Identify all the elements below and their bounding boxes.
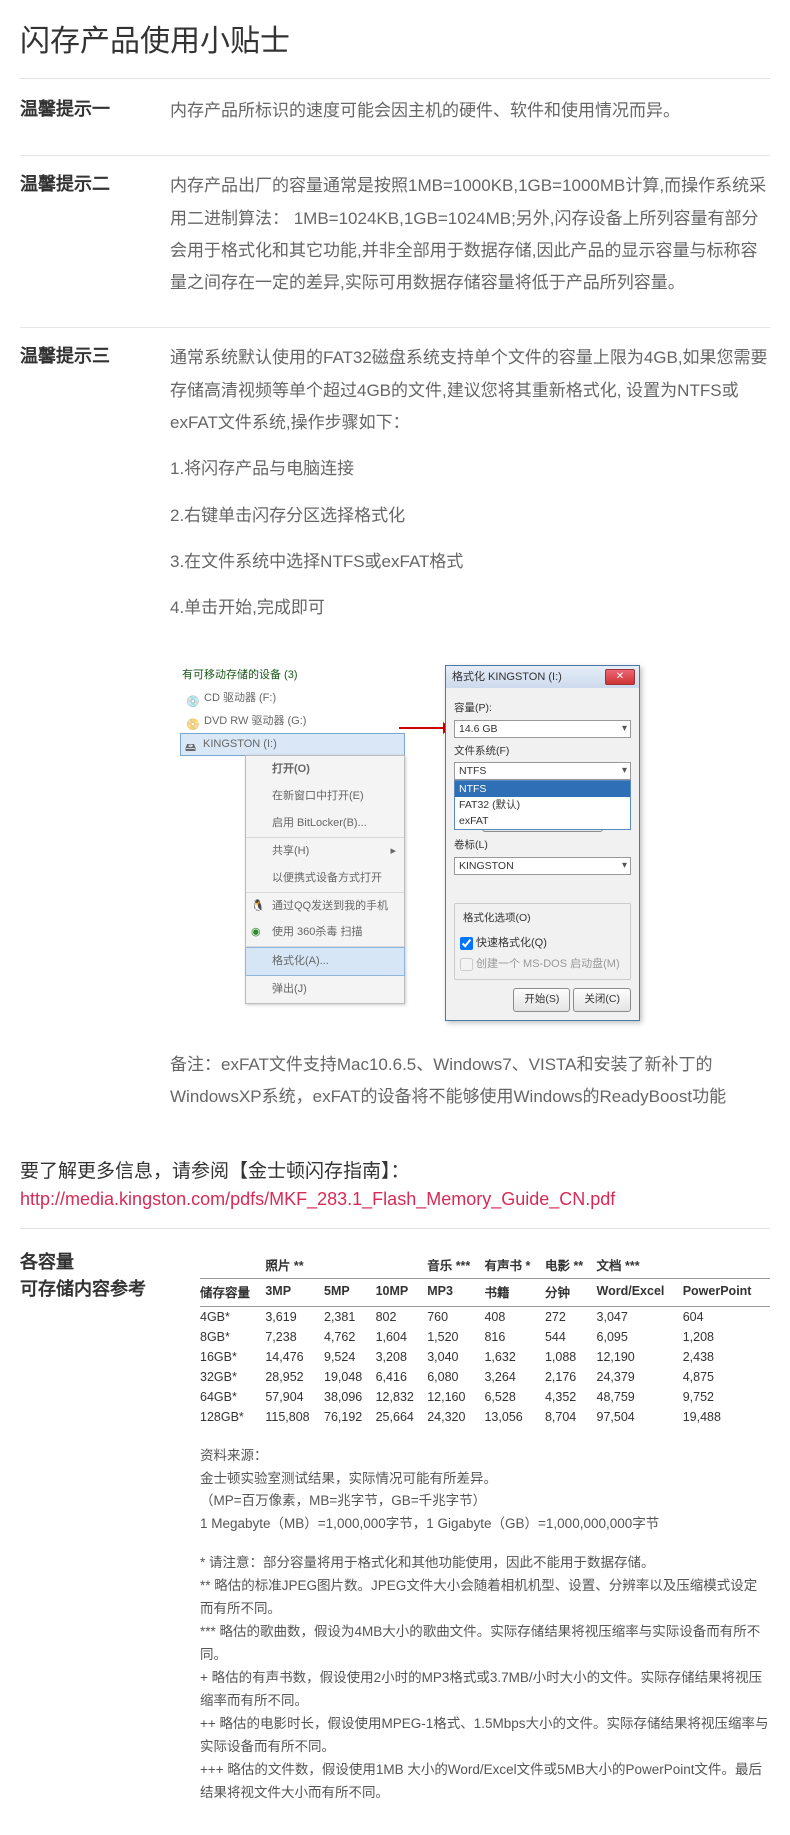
tip-2-label: 温馨提示二 <box>20 170 140 313</box>
format-options-label: 格式化选项(O) <box>460 909 534 929</box>
tip-2: 温馨提示二 内存产品出厂的容量通常是按照1MB=1000KB,1GB=1000M… <box>20 170 770 328</box>
dvd-drive-item[interactable]: 📀 DVD RW 驱动器 (G:) <box>180 710 405 733</box>
filesystem-label: 文件系统(F) <box>454 742 631 762</box>
tip-3-body-2: 2.右键单击闪存分区选择格式化 <box>170 500 770 532</box>
tip-3-body-3: 3.在文件系统中选择NTFS或exFAT格式 <box>170 546 770 578</box>
table-row: 32GB*28,95219,0486,4166,0803,2642,17624,… <box>200 1367 770 1387</box>
table-header-row: 储存容量3MP5MP10MPMP3书籍分钟Word/ExcelPowerPoin… <box>200 1278 770 1306</box>
ctx-new-window[interactable]: 在新窗口中打开(E) <box>246 783 404 810</box>
close-button[interactable]: 关闭(C) <box>573 988 631 1012</box>
page-title: 闪存产品使用小贴士 <box>20 16 770 60</box>
start-button[interactable]: 开始(S) <box>513 988 570 1012</box>
arrow-right-icon <box>399 720 451 736</box>
ctx-scan[interactable]: ◉使用 360杀毒 扫描 <box>246 919 404 947</box>
divider <box>20 78 770 79</box>
msdos-checkbox <box>460 958 473 971</box>
quick-format-label: 快速格式化(Q) <box>476 937 547 949</box>
tip-2-body: 内存产品出厂的容量通常是按照1MB=1000KB,1GB=1000MB计算,而操… <box>170 170 770 299</box>
msdos-label: 创建一个 MS-DOS 启动盘(M) <box>476 958 620 970</box>
filesystem-select[interactable]: NTFS NTFS FAT32 (默认) exFAT <box>454 762 631 780</box>
ctx-bitlocker[interactable]: 启用 BitLocker(B)... <box>246 810 404 838</box>
disc-icon: 📀 <box>186 715 200 729</box>
ctx-format[interactable]: 格式化(A)... <box>245 947 405 976</box>
fs-opt-ntfs[interactable]: NTFS <box>455 781 630 797</box>
kingston-drive-label: KINGSTON (I:) <box>203 734 277 755</box>
usb-icon: 🖴 <box>185 738 199 752</box>
fs-opt-exfat[interactable]: exFAT <box>455 813 630 829</box>
qq-icon: 🐧 <box>251 896 265 910</box>
tip-3-label: 温馨提示三 <box>20 342 140 1127</box>
close-icon[interactable]: ✕ <box>605 669 635 685</box>
tip-3-body-4: 4.单击开始,完成即可 <box>170 592 770 624</box>
notes-block: 资料来源： 金士顿实验室测试结果，实际情况可能有所差异。 （MP=百万像素，MB… <box>200 1445 770 1805</box>
format-dialog: 格式化 KINGSTON (I:) ✕ 容量(P): 14.6 GB 文件系统(… <box>445 665 640 1021</box>
dvd-drive-label: DVD RW 驱动器 (G:) <box>204 711 306 732</box>
ctx-portable[interactable]: 以便携式设备方式打开 <box>246 865 404 893</box>
ctx-open[interactable]: 打开(O) <box>246 756 404 783</box>
filesystem-options: NTFS FAT32 (默认) exFAT <box>454 780 631 830</box>
context-menu: 打开(O) 在新窗口中打开(E) 启用 BitLocker(B)... 共享(H… <box>245 755 405 1004</box>
cd-drive-item[interactable]: 💿 CD 驱动器 (F:) <box>180 687 405 710</box>
capacity-table: 照片 **音乐 ***有声书 *电影 **文档 *** 储存容量3MP5MP10… <box>200 1249 770 1427</box>
ctx-eject[interactable]: 弹出(J) <box>246 976 404 1003</box>
dialog-title: 格式化 KINGSTON (I:) ✕ <box>446 666 639 688</box>
cd-drive-label: CD 驱动器 (F:) <box>204 688 276 709</box>
table-row: 128GB*115,80876,19225,66424,32013,0568,7… <box>200 1407 770 1427</box>
chevron-right-icon: ▸ <box>390 841 396 862</box>
capacity-section-title: 各容量 可存储内容参考 <box>20 1249 170 1805</box>
shield-icon: ◉ <box>251 922 265 936</box>
capacity-select[interactable]: 14.6 GB <box>454 720 631 738</box>
ctx-share[interactable]: 共享(H)▸ <box>246 838 404 865</box>
volume-label: 卷标(L) <box>454 836 631 856</box>
disc-icon: 💿 <box>186 692 200 706</box>
table-category-row: 照片 **音乐 ***有声书 *电影 **文档 *** <box>200 1249 770 1279</box>
tip-3-body-1: 1.将闪存产品与电脑连接 <box>170 453 770 485</box>
volume-input[interactable]: KINGSTON <box>454 857 631 875</box>
tip-3: 温馨提示三 通常系统默认使用的FAT32磁盘系统支持单个文件的容量上限为4GB,… <box>20 342 770 1141</box>
table-row: 4GB*3,6192,3818027604082723,047604 <box>200 1306 770 1327</box>
table-row: 8GB*7,2384,7621,6041,5208165446,0951,208 <box>200 1327 770 1347</box>
devices-heading: 有可移动存储的设备 (3) <box>180 665 405 686</box>
table-row: 64GB*57,90438,09612,83212,1606,5284,3524… <box>200 1387 770 1407</box>
kingston-drive-item[interactable]: 🖴 KINGSTON (I:) <box>180 733 405 756</box>
format-figure: 有可移动存储的设备 (3) 💿 CD 驱动器 (F:) 📀 DVD RW 驱动器… <box>170 665 770 1021</box>
tip-1-body: 内存产品所标识的速度可能会因主机的硬件、软件和使用情况而异。 <box>170 95 770 127</box>
tip-1: 温馨提示一 内存产品所标识的速度可能会因主机的硬件、软件和使用情况而异。 <box>20 95 770 156</box>
tip-1-label: 温馨提示一 <box>20 95 140 141</box>
table-row: 16GB*14,4769,5243,2083,0401,6321,08812,1… <box>200 1347 770 1367</box>
guide-link[interactable]: http://media.kingston.com/pdfs/MKF_283.1… <box>20 1189 615 1210</box>
ctx-qq-send[interactable]: 🐧通过QQ发送到我的手机 <box>246 893 404 920</box>
tip-3-footnote: 备注：exFAT文件支持Mac10.6.5、Windows7、VISTA和安装了… <box>170 1049 770 1114</box>
tip-3-body-0: 通常系统默认使用的FAT32磁盘系统支持单个文件的容量上限为4GB,如果您需要存… <box>170 342 770 439</box>
quick-format-checkbox[interactable] <box>460 937 473 950</box>
fs-opt-fat32[interactable]: FAT32 (默认) <box>455 797 630 813</box>
capacity-label: 容量(P): <box>454 699 631 719</box>
more-info-text: 要了解更多信息，请参阅【金士顿闪存指南】： <box>20 1156 770 1183</box>
